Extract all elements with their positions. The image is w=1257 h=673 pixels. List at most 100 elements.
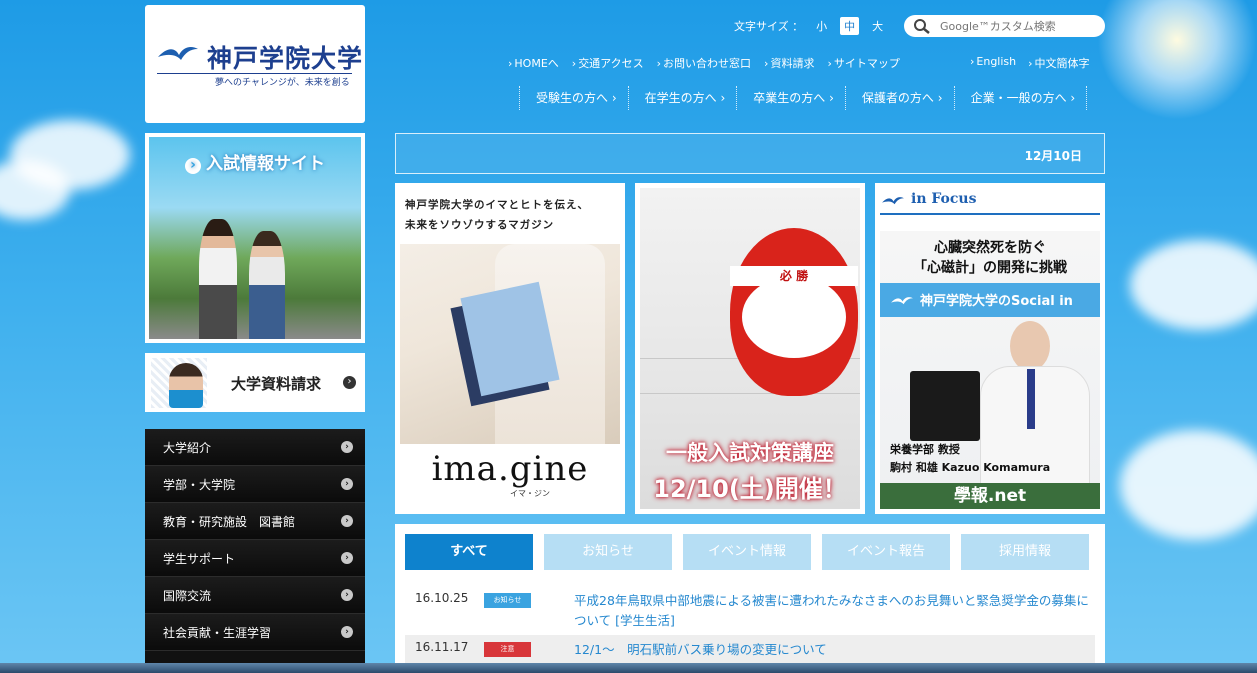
side-menu-item-community[interactable]: 社会貢献・生涯学習 › [145,614,365,651]
date-bar: 12月10日 [395,133,1105,174]
news-badge: お知らせ [484,593,531,608]
logo-divider [157,73,352,74]
lang-link-english[interactable]: English [970,55,1016,71]
nav-business[interactable]: 企業・一般の方へ [953,86,1088,110]
logo-name: 神戸学院大学 [207,44,364,73]
side-menu-label: 社会貢献・生涯学習 [163,625,272,640]
news-date: 16.11.17 [415,640,469,654]
tab-notices[interactable]: お知らせ [544,534,672,570]
news-section: すべて お知らせ イベント情報 イベント報告 採用情報 16.10.25 お知ら… [395,524,1105,673]
imagine-magazine-banner[interactable]: 神戸学院大学のイマとヒトを伝え、 未来をソウゾウするマガジン ima.gine … [395,183,625,514]
in-focus-headline: 「心磁計」の開発に挑戦 [913,260,1067,276]
news-link[interactable]: 12/1～ 明石駅前バス乗り場の変更について [574,640,1094,660]
side-menu-label: 学生サポート [163,551,236,566]
nav-prospective[interactable]: 受験生の方へ [519,86,628,110]
daruma-band-text: 必 勝 [779,269,809,283]
news-link[interactable]: 平成28年鳥取県中部地震による被害に遭われたみなさまへのお見舞いと緊急奨学金の募… [574,591,1094,631]
professor-role: 栄養学部 教授 [890,443,960,456]
side-menu-label: 国際交流 [163,588,212,603]
imagine-photo [400,244,620,444]
imagine-heading-line: 神戸学院大学のイマとヒトを伝え、 [405,199,589,211]
cloud [1120,430,1257,540]
exam-course-title: 一般入試対策講座 [666,441,834,465]
search-icon[interactable] [913,18,931,34]
side-menu-label: 教育・研究施設 図書館 [163,514,296,529]
util-link-contact[interactable]: お問い合わせ窓口 [657,55,751,71]
in-focus-photo: 心臓突然死を防ぐ 「心磁計」の開発に挑戦 神戸学院大学のSocial in 栄養… [880,231,1100,509]
search-input[interactable] [940,18,1095,34]
font-size-large[interactable]: 大 [868,17,887,35]
nav-alumni[interactable]: 卒業生の方へ [736,86,845,110]
util-link-access[interactable]: 交通アクセス [572,55,643,71]
cloud [1130,240,1257,330]
arrow-right-icon: › [341,441,353,453]
side-menu-item-facilities[interactable]: 教育・研究施設 図書館 › [145,503,365,540]
side-menu-label: 大学紹介 [163,440,212,455]
in-focus-banner[interactable]: in Focus 心臓突然死を防ぐ 「心磁計」の開発に挑戦 神戸学院大学のSoc… [875,183,1105,514]
side-menu-label: 学部・大学院 [163,477,236,492]
nav-students[interactable]: 在学生の方へ [627,86,737,110]
side-menu-item-faculties[interactable]: 学部・大学院 › [145,466,365,503]
admissions-banner-title: 入試情報サイト [149,149,361,174]
side-menu-item-about[interactable]: 大学紹介 › [145,429,365,466]
exam-course-date: 12/10(土)開催！ [653,475,847,503]
news-badge: 注意 [484,642,531,657]
main-nav: 受験生の方へ 在学生の方へ 卒業生の方へ 保護者の方へ 企業・一般の方へ [519,86,1088,110]
imagine-heading: 神戸学院大学のイマとヒトを伝え、 未来をソウゾウするマガジン [405,195,589,235]
site-logo[interactable]: 神戸学院大学 夢へのチャレンジが、未来を創る [145,5,365,123]
news-item: 16.11.17 注意 12/1～ 明石駅前バス乗り場の変更について [405,640,1095,660]
news-item: 16.10.25 お知らせ 平成28年鳥取県中部地震による被害に遭われたみなさま… [405,591,1095,631]
professor-name: 駒村 和雄 Kazuo Komamura [890,461,1051,474]
side-menu: 大学紹介 › 学部・大学院 › 教育・研究施設 図書館 › 学生サポート › 国際交流 ›… [145,429,365,673]
tab-all[interactable]: すべて [405,534,533,570]
font-size-switcher: 文字サイズ ： 小 中 大 [734,17,887,35]
utility-nav: HOMEへ 交通アクセス お問い合わせ窓口 資料請求 サイトマップ [508,55,913,71]
student-photo [151,358,207,408]
os-taskbar[interactable] [0,663,1257,673]
imagine-heading-line: 未来をソウゾウするマガジン [405,219,555,231]
student-figure [199,219,237,339]
arrow-right-icon: › [341,478,353,490]
arrow-right-icon: › [343,376,356,389]
bird-logo-icon [158,47,198,60]
bird-logo-icon [882,197,904,205]
monitor [910,371,980,441]
logo-tagline: 夢へのチャレンジが、未来を創る [215,78,350,88]
side-menu-item-support[interactable]: 学生サポート › [145,540,365,577]
student-figure [249,231,285,339]
side-menu-item-international[interactable]: 国際交流 › [145,577,365,614]
font-size-medium[interactable]: 中 [840,17,860,35]
tab-recruitment[interactable]: 採用情報 [961,534,1089,570]
document-request-label: 大学資料請求 [231,375,322,393]
util-link-home[interactable]: HOMEへ [508,55,558,71]
util-link-request[interactable]: 資料請求 [764,55,814,71]
document-request-banner[interactable]: 大学資料請求 › [145,353,365,412]
arrow-right-icon: › [341,626,353,638]
admissions-banner-image: 入試情報サイト [149,137,361,339]
exam-prep-course-banner[interactable]: 必 勝 一般入試対策講座 12/10(土)開催！ [635,183,865,514]
admissions-site-banner[interactable]: 入試情報サイト [145,133,365,343]
in-focus-headline: 心臓突然死を防ぐ [934,240,1046,256]
news-date: 16.10.25 [415,591,469,605]
util-link-sitemap[interactable]: サイトマップ [827,55,900,71]
news-tabs: すべて お知らせ イベント情報 イベント報告 採用情報 [405,534,1089,570]
professor-figure [980,321,1090,486]
search-box[interactable] [904,15,1105,37]
arrow-right-icon: › [341,552,353,564]
in-focus-divider [880,213,1100,215]
tab-event-reports[interactable]: イベント報告 [822,534,950,570]
in-focus-title: in Focus [911,191,977,207]
nav-parents[interactable]: 保護者の方へ [844,86,954,110]
tab-events[interactable]: イベント情報 [683,534,811,570]
today-date: 12月10日 [1024,149,1082,163]
arrow-right-icon: › [341,515,353,527]
lang-link-chinese[interactable]: 中文簡体字 [1028,55,1090,71]
imagine-logo-sub: イマ・ジン [510,489,550,498]
font-size-small[interactable]: 小 [812,17,831,35]
bird-logo-icon [891,297,913,305]
language-nav: English 中文簡体字 [970,55,1102,71]
imagine-logo: ima.gine [431,449,589,489]
gakuho-net-footer: 學報.net [880,483,1100,509]
font-size-label: 文字サイズ ： [734,20,804,33]
arrow-right-icon: › [341,589,353,601]
